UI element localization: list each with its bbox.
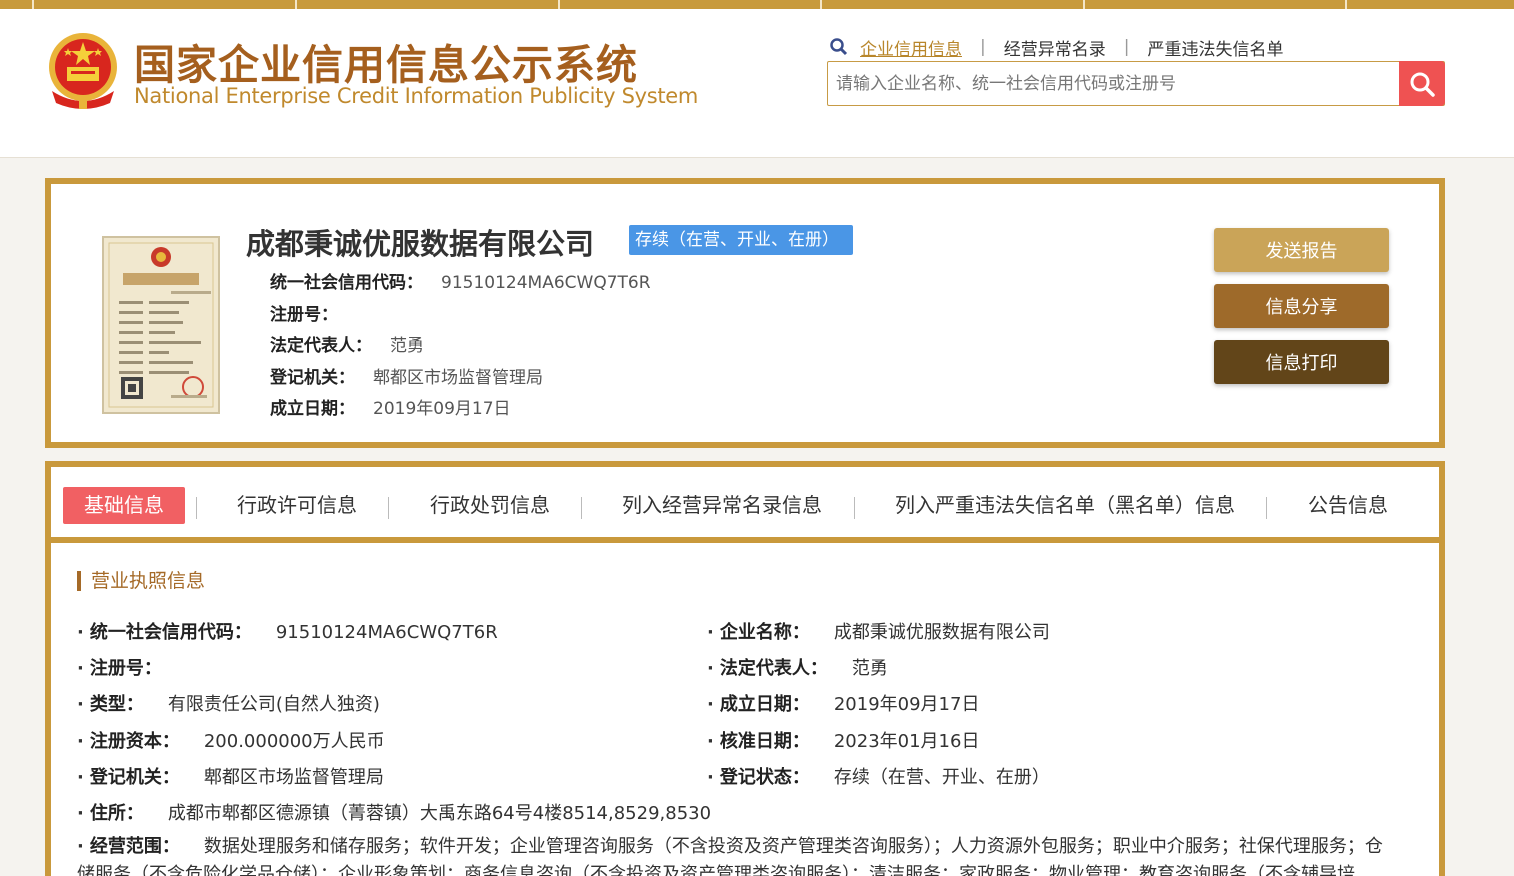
company-key-fields: 统一社会信用代码： 91510124MA6CWQ7T6R 注册号： 法定代表人：范…	[270, 268, 651, 426]
info-reg-authority: · 登记机关： 郫都区市场监督管理局	[77, 767, 384, 788]
info-credit-code: · 统一社会信用代码： 91510124MA6CWQ7T6R	[77, 622, 498, 643]
site-title-cn: 国家企业信用信息公示系统	[134, 41, 638, 89]
national-emblem-icon	[49, 33, 117, 109]
site-header: 国家企业信用信息公示系统 National Enterprise Credit …	[0, 9, 1514, 158]
status-badge: 存续（在营、开业、在册）	[629, 225, 853, 255]
info-company-name: · 企业名称： 成都秉诚优服数据有限公司	[707, 622, 1050, 643]
tab-announcements[interactable]: 公告信息	[1308, 487, 1388, 524]
site-title-en: National Enterprise Credit Information P…	[134, 84, 699, 108]
nav-blacklist-link[interactable]: 严重违法失信名单	[1147, 35, 1283, 60]
nav-abnormal-list-link[interactable]: 经营异常名录	[1004, 35, 1106, 60]
info-reg-number: · 注册号：	[77, 658, 162, 679]
info-panel: 基础信息 行政许可信息 行政处罚信息 列入经营异常名录信息 列入严重违法失信名单…	[45, 461, 1445, 876]
business-license-image	[102, 236, 220, 414]
search-icon	[1410, 72, 1435, 97]
tab-admin-penalty[interactable]: 行政处罚信息	[430, 487, 550, 524]
company-name: 成都秉诚优服数据有限公司	[246, 227, 595, 261]
top-nav: 企业信用信息 | 经营异常名录 | 严重违法失信名单	[828, 35, 1283, 60]
tab-separator	[581, 497, 582, 519]
info-reg-status: · 登记状态： 存续（在营、开业、在册）	[707, 767, 1050, 788]
top-decorative-stripe	[0, 0, 1514, 9]
tab-bar: 基础信息 行政许可信息 行政处罚信息 列入经营异常名录信息 列入严重违法失信名单…	[51, 467, 1439, 537]
field-founded-date: 成立日期： 2019年09月17日	[270, 399, 511, 419]
info-type: · 类型： 有限责任公司(自然人独资)	[77, 694, 380, 715]
search-icon	[830, 38, 848, 56]
tab-separator	[196, 497, 197, 519]
info-address: · 住所： 成都市郫都区德源镇（菁蓉镇）大禹东路64号4楼8514,8529,853…	[77, 803, 712, 824]
nav-credit-info-link[interactable]: 企业信用信息	[860, 35, 962, 60]
print-info-button[interactable]: 信息打印	[1214, 340, 1389, 384]
tab-basic-info[interactable]: 基础信息	[63, 487, 185, 524]
field-reg-authority: 登记机关： 郫都区市场监督管理局	[270, 367, 543, 388]
field-legal-rep: 法定代表人： 范勇	[270, 336, 424, 356]
tab-admin-permit[interactable]: 行政许可信息	[237, 487, 357, 524]
tab-blacklist[interactable]: 列入严重违法失信名单（黑名单）信息	[895, 487, 1235, 524]
tab-separator	[854, 497, 855, 519]
nav-separator: |	[1123, 37, 1130, 57]
company-summary-card: 成都秉诚优服数据有限公司 存续（在营、开业、在册） 统一社会信用代码： 91510…	[45, 178, 1445, 448]
search-input[interactable]	[828, 62, 1400, 105]
info-approval-date: · 核准日期： 2023年01月16日	[707, 731, 980, 752]
field-credit-code: 统一社会信用代码： 91510124MA6CWQ7T6R	[270, 273, 651, 293]
tab-abnormal-list[interactable]: 列入经营异常名录信息	[622, 487, 822, 524]
info-legal-rep: · 法定代表人： 范勇	[707, 658, 888, 679]
info-registered-capital: · 注册资本： 200.000000万人民币	[77, 731, 385, 752]
field-reg-number: 注册号：	[270, 304, 338, 325]
tab-separator	[388, 497, 389, 519]
search-button[interactable]	[1399, 61, 1445, 106]
tab-separator	[1266, 497, 1267, 519]
basic-info-content: 营业执照信息 · 统一社会信用代码： 91510124MA6CWQ7T6R · 注册号…	[51, 543, 1439, 876]
info-founded-date: · 成立日期： 2019年09月17日	[707, 694, 980, 715]
nav-separator: |	[980, 37, 986, 57]
section-title-license: 营业执照信息	[77, 571, 205, 591]
info-business-scope: · 经营范围： 数据处理服务和储存服务；软件开发；企业管理咨询服务（不含投资及资产管…	[77, 836, 1383, 876]
send-report-button[interactable]: 发送报告	[1214, 228, 1389, 272]
search-box	[827, 61, 1445, 106]
share-info-button[interactable]: 信息分享	[1214, 284, 1389, 328]
